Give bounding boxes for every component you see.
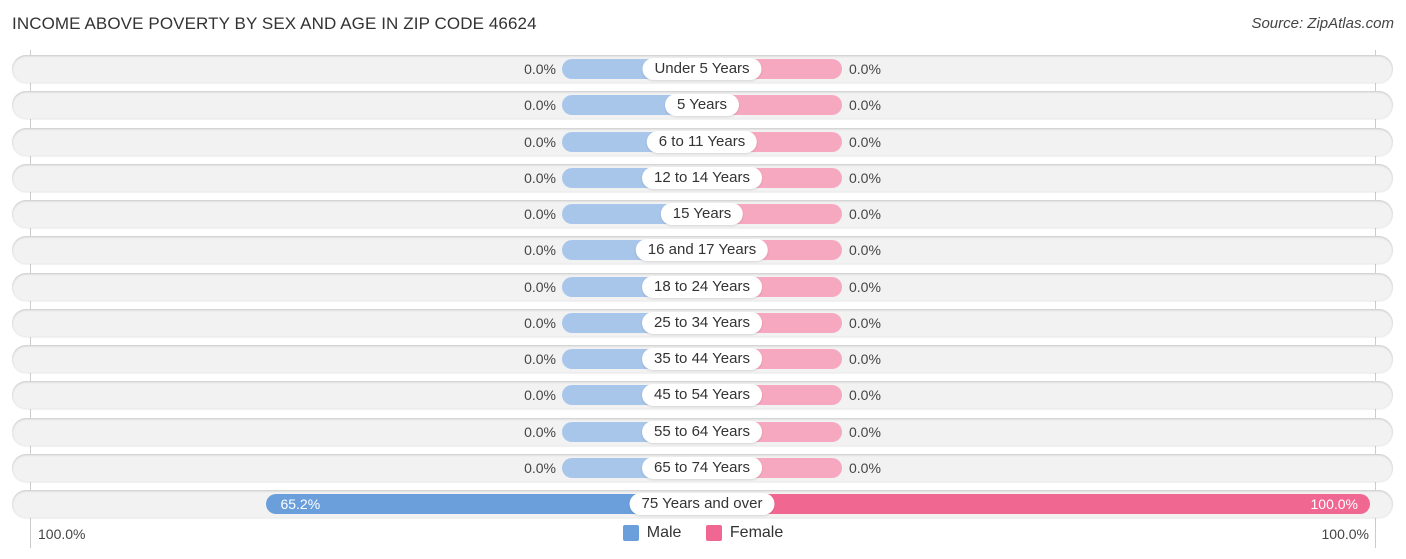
value-label-male: 0.0% — [524, 278, 556, 295]
chart-title: INCOME ABOVE POVERTY BY SEX AND AGE IN Z… — [12, 14, 537, 33]
chart-row: 0.0% 0.0% 12 to 14 Years — [12, 163, 1393, 192]
value-label-male: 0.0% — [524, 206, 556, 222]
legend-label-female: Female — [729, 524, 784, 541]
chart-row: 0.0% 0.0% 6 to 11 Years — [12, 127, 1393, 156]
category-label: 15 Years — [660, 203, 744, 225]
value-label-female: 0.0% — [849, 351, 881, 367]
category-label: 6 to 11 Years — [646, 130, 758, 153]
category-label: 75 Years and over — [629, 493, 775, 515]
value-label-male: 0.0% — [524, 133, 556, 150]
value-label-male: 0.0% — [524, 423, 556, 440]
value-label-female: 0.0% — [849, 242, 881, 259]
chart-row: 0.0% 0.0% 15 Years — [12, 200, 1393, 228]
value-label-male: 0.0% — [524, 242, 556, 259]
legend-label-male: Male — [646, 524, 682, 541]
source-label: Source: ZipAtlas.com — [1251, 15, 1394, 32]
category-label: 35 to 44 Years — [642, 348, 762, 370]
category-label: 45 to 54 Years — [642, 384, 762, 407]
legend-item-female[interactable]: Female — [705, 524, 784, 542]
value-label-female: 0.0% — [849, 278, 881, 295]
value-label-male: 0.0% — [524, 459, 556, 476]
value-label-male: 0.0% — [524, 314, 556, 331]
chart-row: 0.0% 0.0% 55 to 64 Years — [12, 417, 1393, 446]
chart-row: 0.0% 0.0% 25 to 34 Years — [12, 308, 1393, 337]
value-label-female: 0.0% — [849, 97, 881, 114]
value-label-female: 0.0% — [849, 169, 881, 186]
value-label-female: 0.0% — [849, 206, 881, 222]
category-label: 65 to 74 Years — [642, 456, 762, 479]
chart-row: 0.0% 0.0% 65 to 74 Years — [12, 453, 1393, 482]
chart-row: 0.0% 0.0% 16 and 17 Years — [12, 236, 1393, 265]
category-label: 5 Years — [664, 94, 740, 117]
value-label-male: 0.0% — [524, 61, 556, 77]
value-label-female: 0.0% — [849, 133, 881, 150]
chart-row: 0.0% 0.0% 5 Years — [12, 91, 1393, 120]
category-label: 55 to 64 Years — [642, 420, 762, 443]
chart-row: 0.0% 0.0% Under 5 Years — [12, 55, 1393, 83]
category-label: Under 5 Years — [642, 58, 762, 80]
value-label-male: 0.0% — [524, 97, 556, 114]
category-label: 12 to 14 Years — [642, 166, 762, 189]
category-label: 25 to 34 Years — [642, 311, 762, 334]
value-label-female: 0.0% — [849, 61, 881, 77]
value-label-female: 0.0% — [849, 314, 881, 331]
value-label-female: 0.0% — [849, 423, 881, 440]
chart-row: 0.0% 0.0% 35 to 44 Years — [12, 345, 1393, 373]
legend-swatch-female — [705, 525, 722, 541]
legend: Male Female — [0, 524, 1406, 546]
value-label-female: 0.0% — [849, 387, 881, 404]
category-label: 16 and 17 Years — [635, 239, 769, 262]
category-label: 18 to 24 Years — [642, 275, 762, 298]
chart-row: 0.0% 0.0% 18 to 24 Years — [12, 272, 1393, 301]
chart-row: 65.2% 100.0% 75 Years and over — [12, 490, 1393, 518]
legend-item-male[interactable]: Male — [622, 524, 682, 542]
value-label-male: 65.2% — [280, 496, 321, 512]
value-label-male: 0.0% — [524, 351, 556, 367]
value-label-male: 0.0% — [524, 387, 556, 404]
value-label-male: 0.0% — [524, 169, 556, 186]
value-label-female: 100.0% — [1310, 496, 1358, 512]
value-label-female: 0.0% — [849, 459, 881, 476]
bar-female[interactable] — [702, 494, 1370, 514]
chart-row: 0.0% 0.0% 45 to 54 Years — [12, 381, 1393, 410]
legend-swatch-male — [622, 525, 639, 541]
